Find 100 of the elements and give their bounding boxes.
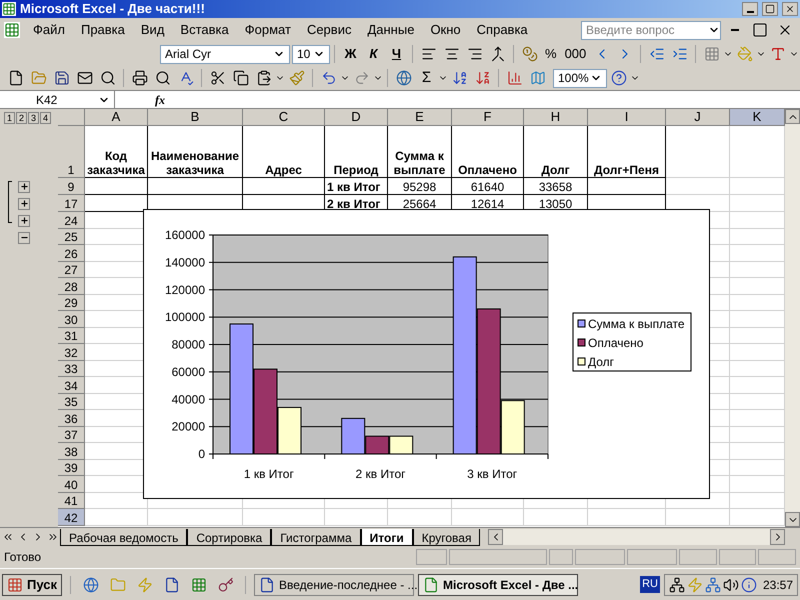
taskbar-button[interactable]: Введение-последнее - ... <box>254 574 414 596</box>
sheet-tab[interactable]: Гистограмма <box>271 528 361 546</box>
document-icon <box>259 576 275 592</box>
sort-descending-icon <box>474 70 490 86</box>
lightning-icon <box>136 576 152 592</box>
search-icon <box>154 70 170 86</box>
menu-item[interactable]: Файл <box>26 20 72 40</box>
menu-item[interactable]: Вид <box>134 20 172 40</box>
column-header[interactable]: H <box>524 109 588 126</box>
expand-button[interactable] <box>18 198 30 210</box>
zoom-select[interactable]: 100% <box>553 68 607 88</box>
sheet-tab[interactable]: Итоги <box>360 528 413 546</box>
chart-icon <box>506 70 522 86</box>
sheet-tab[interactable]: Рабочая ведомость <box>60 528 188 546</box>
row-header[interactable]: 38 <box>58 443 85 460</box>
row-header[interactable]: 41 <box>58 492 85 509</box>
menu-item[interactable]: Окно <box>423 20 468 40</box>
expand-button[interactable] <box>18 214 30 226</box>
taskbar-button[interactable]: Microsoft Excel - Две ... <box>418 574 578 596</box>
outline-level-button[interactable]: 4 <box>40 112 51 124</box>
menu-item[interactable]: Справка <box>470 20 535 40</box>
row-header[interactable]: 24 <box>58 212 85 228</box>
menu-item[interactable]: Сервис <box>300 20 358 40</box>
menu-item[interactable]: Данные <box>360 20 422 40</box>
font-name: Arial Cyr <box>165 46 212 63</box>
outline-level-button[interactable]: 1 <box>4 112 15 124</box>
scroll-right-button[interactable] <box>770 529 785 545</box>
row-header[interactable]: 32 <box>58 344 85 360</box>
row-header[interactable]: 27 <box>58 262 85 278</box>
font-select[interactable]: Arial Cyr <box>160 44 290 64</box>
table-cell: Код заказчика <box>85 126 148 178</box>
first-sheet-icon <box>2 531 14 543</box>
document-icon <box>164 576 180 592</box>
sheet-tab[interactable]: Круговая <box>412 528 480 546</box>
start-button[interactable]: Пуск <box>2 574 62 596</box>
row-header[interactable]: 31 <box>58 328 85 344</box>
row-header[interactable]: 37 <box>58 426 85 443</box>
underline-button[interactable]: Ч <box>385 43 408 65</box>
close-button[interactable] <box>782 2 798 16</box>
row-header[interactable]: 33 <box>58 360 85 377</box>
column-header[interactable]: E <box>388 109 452 126</box>
row-header[interactable]: 42 <box>58 509 85 526</box>
outline-level-button[interactable]: 2 <box>16 112 27 124</box>
horizontal-scrollbar[interactable] <box>488 529 785 545</box>
scroll-up-button[interactable] <box>785 109 800 124</box>
column-header[interactable]: J <box>666 109 730 126</box>
autosum-button[interactable]: Σ <box>415 67 438 89</box>
menu-item[interactable]: Правка <box>74 20 132 40</box>
row-header[interactable]: 29 <box>58 294 85 311</box>
thousands-button[interactable]: 000 <box>560 43 590 65</box>
minimize-button[interactable] <box>742 2 758 16</box>
column-header[interactable]: D <box>325 109 388 126</box>
outline-level-button[interactable]: 3 <box>28 112 39 124</box>
bold-button[interactable]: Ж <box>339 43 362 65</box>
row-header[interactable]: 35 <box>58 394 85 410</box>
y-tick-label: 120000 <box>164 282 205 297</box>
maximize-button[interactable] <box>762 2 778 16</box>
menu-item[interactable]: Вставка <box>173 20 236 40</box>
lightning-icon <box>686 576 703 592</box>
italic-button[interactable]: К <box>362 43 385 65</box>
info-icon <box>740 576 757 592</box>
clock: 23:57 <box>762 576 793 594</box>
x-tick-label: 3 кв Итог <box>467 467 518 481</box>
brush-icon <box>288 70 304 86</box>
table-cell: 95298 <box>388 178 452 195</box>
y-tick-label: 20000 <box>172 420 205 434</box>
row-header[interactable]: 30 <box>58 311 85 328</box>
row-header[interactable]: 28 <box>58 278 85 294</box>
column-header[interactable]: C <box>243 109 325 126</box>
row-header[interactable]: 34 <box>58 377 85 394</box>
row-header[interactable]: 25 <box>58 228 85 245</box>
menu-item[interactable]: Формат <box>238 20 298 40</box>
row-header[interactable]: 39 <box>58 460 85 476</box>
column-header[interactable]: A <box>85 109 148 126</box>
percent-button[interactable]: % <box>541 43 561 65</box>
row-header[interactable]: 40 <box>58 476 85 492</box>
font-size-select[interactable]: 10 <box>292 44 330 64</box>
column-header[interactable]: K <box>730 109 785 126</box>
row-header[interactable]: 9 <box>58 178 85 195</box>
sheet-tab[interactable]: Сортировка <box>187 528 272 546</box>
select-all-corner[interactable] <box>58 109 85 126</box>
expand-button[interactable] <box>18 180 30 192</box>
name-box[interactable]: K42 <box>0 91 115 108</box>
globe-icon <box>82 576 98 592</box>
column-header[interactable]: I <box>588 109 666 126</box>
vertical-scrollbar[interactable] <box>785 109 800 527</box>
column-header[interactable]: B <box>148 109 243 126</box>
language-indicator[interactable]: RU <box>640 576 660 593</box>
row-header[interactable]: 26 <box>58 245 85 262</box>
plus-icon <box>20 216 28 225</box>
column-header[interactable]: F <box>452 109 524 126</box>
row-header[interactable]: 36 <box>58 410 85 426</box>
help-icon <box>610 70 626 86</box>
collapse-button[interactable] <box>18 232 30 244</box>
row-header[interactable]: 17 <box>58 195 85 212</box>
cut-icon <box>210 70 226 86</box>
scroll-left-button[interactable] <box>488 529 504 545</box>
row-header[interactable]: 1 <box>58 126 85 178</box>
scroll-down-button[interactable] <box>785 512 800 527</box>
help-search-field[interactable]: Введите вопрос <box>581 20 721 40</box>
